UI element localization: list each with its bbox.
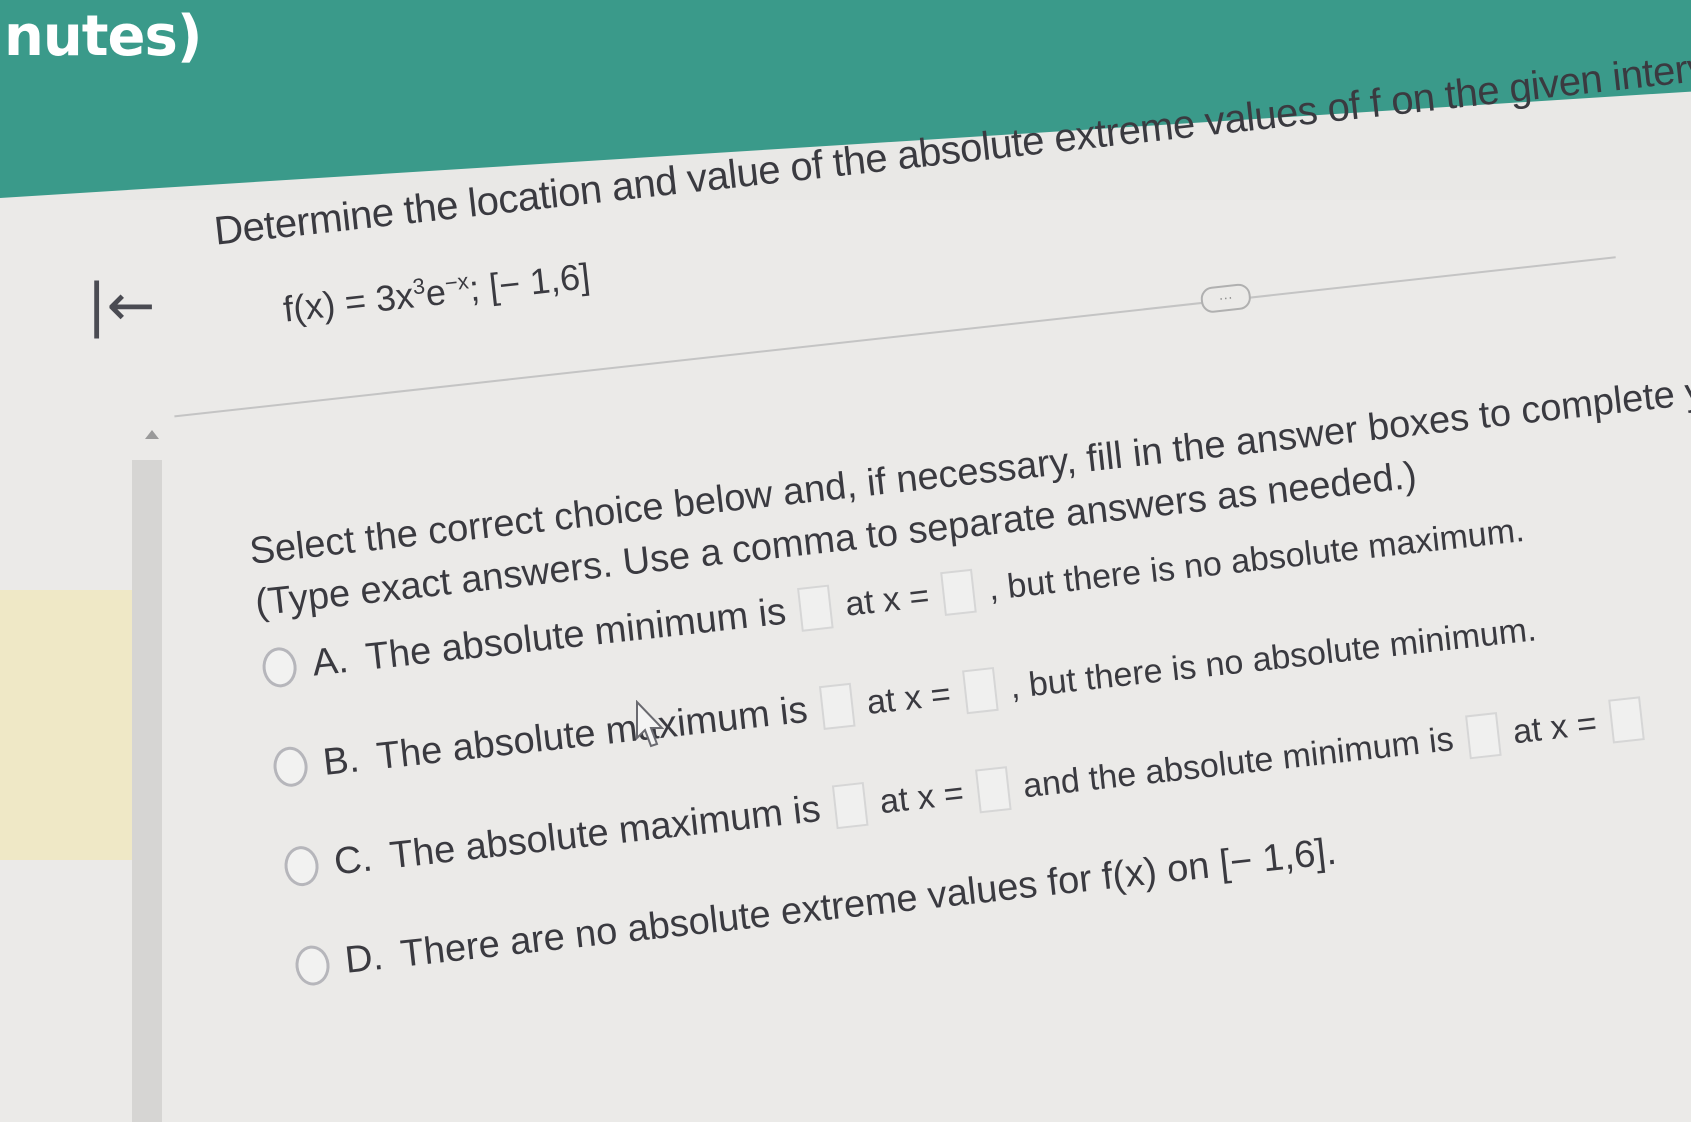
answer-box-c-min[interactable] bbox=[1464, 712, 1502, 760]
choice-letter: B. bbox=[321, 737, 362, 784]
choice-text: at x = bbox=[864, 674, 953, 722]
first-page-arrow-icon: |← bbox=[86, 271, 156, 339]
scroll-rail[interactable] bbox=[132, 460, 162, 1122]
answer-box-b-x[interactable] bbox=[962, 666, 999, 715]
choice-letter: C. bbox=[331, 836, 375, 883]
choice-letter: A. bbox=[310, 638, 351, 685]
answer-box-c-min-x[interactable] bbox=[1608, 696, 1645, 744]
radio-a[interactable] bbox=[260, 645, 299, 690]
scroll-up-icon[interactable] bbox=[145, 430, 159, 439]
function-exp2: −x bbox=[443, 268, 470, 296]
answer-box-a-x[interactable] bbox=[940, 568, 978, 616]
choice-text: at x = bbox=[1510, 703, 1599, 751]
answer-box-b-value[interactable] bbox=[818, 682, 856, 731]
highlight-strip bbox=[0, 590, 132, 860]
back-to-start-button[interactable]: |← bbox=[86, 270, 156, 340]
choice-letter: D. bbox=[342, 935, 386, 982]
choice-text: at x = bbox=[843, 576, 932, 624]
answer-box-c-max[interactable] bbox=[831, 781, 869, 830]
answer-box-c-max-x[interactable] bbox=[975, 766, 1012, 814]
timer-label: nutes) bbox=[4, 4, 202, 69]
radio-d[interactable] bbox=[293, 943, 332, 987]
mouse-pointer-icon bbox=[636, 700, 665, 748]
answer-box-a-value[interactable] bbox=[797, 584, 834, 632]
screen: nutes) |← Determine the location and val… bbox=[0, 0, 1691, 1122]
choice-text: at x = bbox=[877, 773, 966, 821]
radio-c[interactable] bbox=[282, 844, 321, 888]
radio-b[interactable] bbox=[271, 744, 310, 789]
